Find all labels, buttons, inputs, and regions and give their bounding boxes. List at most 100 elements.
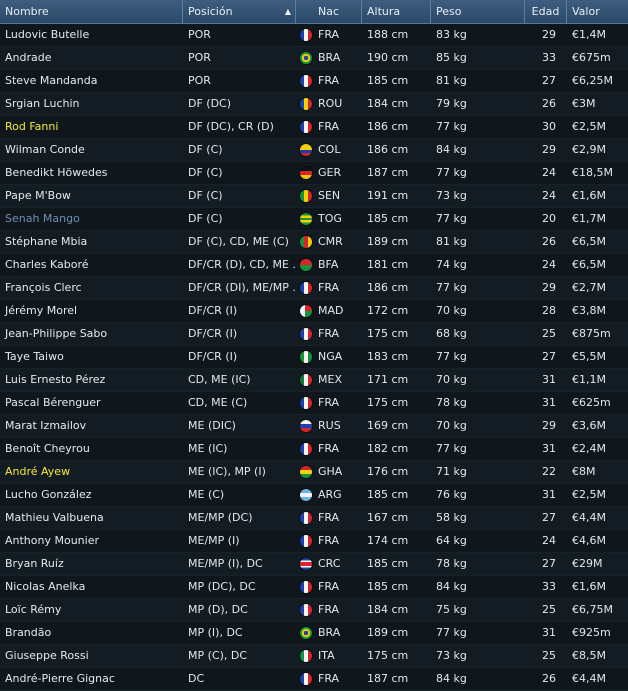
player-name[interactable]: Steve Mandanda: [0, 70, 183, 92]
nation-flag-icon: [300, 236, 312, 248]
player-nation[interactable]: TOG: [296, 208, 362, 230]
player-nation[interactable]: FRA: [296, 576, 362, 598]
player-nation[interactable]: FRA: [296, 116, 362, 138]
table-row[interactable]: Jérémy Morel DF/CR (I) MAD 172 cm 70 kg 28 €3,…: [0, 300, 628, 323]
table-row[interactable]: Jean-Philippe Sabo DF/CR (I) FRA 175 cm 68 k…: [0, 323, 628, 346]
table-row[interactable]: Pascal Bérenguer CD, ME (C) FRA 175 cm 78 kg…: [0, 392, 628, 415]
column-header-name[interactable]: Nombre: [0, 0, 183, 23]
table-row[interactable]: Charles Kaboré DF/CR (D), CD, ME .. BFA 181…: [0, 254, 628, 277]
player-name[interactable]: Mathieu Valbuena: [0, 507, 183, 529]
player-nation[interactable]: FRA: [296, 24, 362, 46]
player-nation[interactable]: FRA: [296, 507, 362, 529]
table-row[interactable]: Pape M'Bow DF (C) SEN 191 cm 73 kg 24 €1,6M: [0, 185, 628, 208]
table-row[interactable]: Benedikt Höwedes DF (C) GER 187 cm 77 kg 24 €1…: [0, 162, 628, 185]
table-row[interactable]: Steve Mandanda POR FRA 185 cm 81 kg 27 €6,25M: [0, 70, 628, 93]
table-row[interactable]: Marat Izmailov ME (DIC) RUS 169 cm 70 kg 29 €3…: [0, 415, 628, 438]
table-row[interactable]: Rod Fanni DF (DC), CR (D) FRA 186 cm 77 kg 30…: [0, 116, 628, 139]
column-header-height[interactable]: Altura: [362, 0, 431, 23]
player-height: 187 cm: [367, 166, 409, 179]
player-name[interactable]: Ludovic Butelle: [0, 24, 183, 46]
player-name[interactable]: Taye Taiwo: [0, 346, 183, 368]
player-nation[interactable]: ITA: [296, 645, 362, 667]
player-name[interactable]: André-Pierre Gignac: [0, 668, 183, 690]
player-nation[interactable]: MEX: [296, 369, 362, 391]
player-name[interactable]: Anthony Mounier: [0, 530, 183, 552]
player-nation[interactable]: FRA: [296, 599, 362, 621]
player-name[interactable]: Jérémy Morel: [0, 300, 183, 322]
table-row[interactable]: Stéphane Mbia DF (C), CD, ME (C) CMR 189 cm…: [0, 231, 628, 254]
table-row[interactable]: François Clerc DF/CR (DI), ME/MP .. FRA 186…: [0, 277, 628, 300]
player-value: €3M: [572, 97, 596, 110]
table-row[interactable]: André Ayew ME (IC), MP (I) GHA 176 cm 71 kg 2…: [0, 461, 628, 484]
player-name[interactable]: Wilman Conde: [0, 139, 183, 161]
player-nation[interactable]: FRA: [296, 668, 362, 690]
player-name[interactable]: André Ayew: [0, 461, 183, 483]
table-row[interactable]: Luis Ernesto Pérez CD, ME (IC) MEX 171 cm 70…: [0, 369, 628, 392]
table-row[interactable]: Brandão MP (I), DC BRA 189 cm 77 kg 31 €925m: [0, 622, 628, 645]
table-row[interactable]: Lucho González ME (C) ARG 185 cm 76 kg 31 €2,5…: [0, 484, 628, 507]
player-nation[interactable]: NGA: [296, 346, 362, 368]
player-name[interactable]: Andrade: [0, 47, 183, 69]
player-nation[interactable]: FRA: [296, 392, 362, 414]
column-header-nation[interactable]: Nac: [296, 0, 362, 23]
table-row[interactable]: Ludovic Butelle POR FRA 188 cm 83 kg 29 €1,4M: [0, 24, 628, 47]
player-name[interactable]: Pape M'Bow: [0, 185, 183, 207]
table-row[interactable]: Benoît Cheyrou ME (IC) FRA 182 cm 77 kg 31 €2,…: [0, 438, 628, 461]
column-header-value[interactable]: Valor: [567, 0, 628, 23]
table-row[interactable]: Nicolas Anelka MP (DC), DC FRA 185 cm 84 kg 3…: [0, 576, 628, 599]
player-name[interactable]: Marat Izmailov: [0, 415, 183, 437]
table-row[interactable]: Bryan Ruíz ME/MP (I), DC CRC 185 cm 78 kg 27 €…: [0, 553, 628, 576]
player-nation[interactable]: CRC: [296, 553, 362, 575]
player-nation[interactable]: BRA: [296, 47, 362, 69]
table-row[interactable]: Senah Mango DF (C) TOG 185 cm 77 kg 20 €1,7M: [0, 208, 628, 231]
table-row[interactable]: Anthony Mounier ME/MP (I) FRA 174 cm 64 kg 24…: [0, 530, 628, 553]
player-name[interactable]: Benedikt Höwedes: [0, 162, 183, 184]
player-nation[interactable]: ARG: [296, 484, 362, 506]
player-nation[interactable]: FRA: [296, 323, 362, 345]
player-nation[interactable]: FRA: [296, 530, 362, 552]
player-nation[interactable]: FRA: [296, 438, 362, 460]
table-row[interactable]: Wilman Conde DF (C) COL 186 cm 84 kg 29 €2,9M: [0, 139, 628, 162]
player-nation[interactable]: CMR: [296, 231, 362, 253]
player-name[interactable]: Luis Ernesto Pérez: [0, 369, 183, 391]
player-nation[interactable]: GHA: [296, 461, 362, 483]
player-name[interactable]: Charles Kaboré: [0, 254, 183, 276]
player-name[interactable]: Srgian Luchin: [0, 93, 183, 115]
table-row[interactable]: André-Pierre Gignac DC FRA 187 cm 84 kg 26 €4,…: [0, 668, 628, 691]
player-nation[interactable]: COL: [296, 139, 362, 161]
player-name[interactable]: Loïc Rémy: [0, 599, 183, 621]
player-nation[interactable]: MAD: [296, 300, 362, 322]
player-name[interactable]: Lucho González: [0, 484, 183, 506]
table-row[interactable]: Srgian Luchin DF (DC) ROU 184 cm 79 kg 26 €3M: [0, 93, 628, 116]
player-nation[interactable]: RUS: [296, 415, 362, 437]
player-nation[interactable]: BRA: [296, 622, 362, 644]
player-name[interactable]: Rod Fanni: [0, 116, 183, 138]
table-row[interactable]: Andrade POR BRA 190 cm 85 kg 33 €675m: [0, 47, 628, 70]
player-name[interactable]: François Clerc: [0, 277, 183, 299]
nation-flag-icon: [300, 673, 312, 685]
player-name[interactable]: Bryan Ruíz: [0, 553, 183, 575]
player-nation[interactable]: ROU: [296, 93, 362, 115]
player-height: 176 cm: [367, 465, 409, 478]
player-name[interactable]: Nicolas Anelka: [0, 576, 183, 598]
player-name[interactable]: Stéphane Mbia: [0, 231, 183, 253]
player-nation[interactable]: FRA: [296, 70, 362, 92]
player-height: 185 cm: [367, 557, 409, 570]
table-row[interactable]: Taye Taiwo DF/CR (I) NGA 183 cm 77 kg 27 €5,5M: [0, 346, 628, 369]
player-name[interactable]: Senah Mango: [0, 208, 183, 230]
player-name[interactable]: Giuseppe Rossi: [0, 645, 183, 667]
player-name[interactable]: Brandão: [0, 622, 183, 644]
column-header-position[interactable]: Posición ▲: [183, 0, 296, 23]
player-nation[interactable]: FRA: [296, 277, 362, 299]
column-header-weight[interactable]: Peso: [431, 0, 525, 23]
player-name[interactable]: Jean-Philippe Sabo: [0, 323, 183, 345]
player-nation[interactable]: BFA: [296, 254, 362, 276]
player-weight: 78 kg: [436, 396, 467, 409]
player-nation[interactable]: SEN: [296, 185, 362, 207]
table-row[interactable]: Mathieu Valbuena ME/MP (DC) FRA 167 cm 58 kg…: [0, 507, 628, 530]
player-name[interactable]: Pascal Bérenguer: [0, 392, 183, 414]
table-row[interactable]: Loïc Rémy MP (D), DC FRA 184 cm 75 kg 25 €6,75…: [0, 599, 628, 622]
player-nation[interactable]: GER: [296, 162, 362, 184]
column-header-age[interactable]: Edad: [525, 0, 567, 23]
player-name[interactable]: Benoît Cheyrou: [0, 438, 183, 460]
